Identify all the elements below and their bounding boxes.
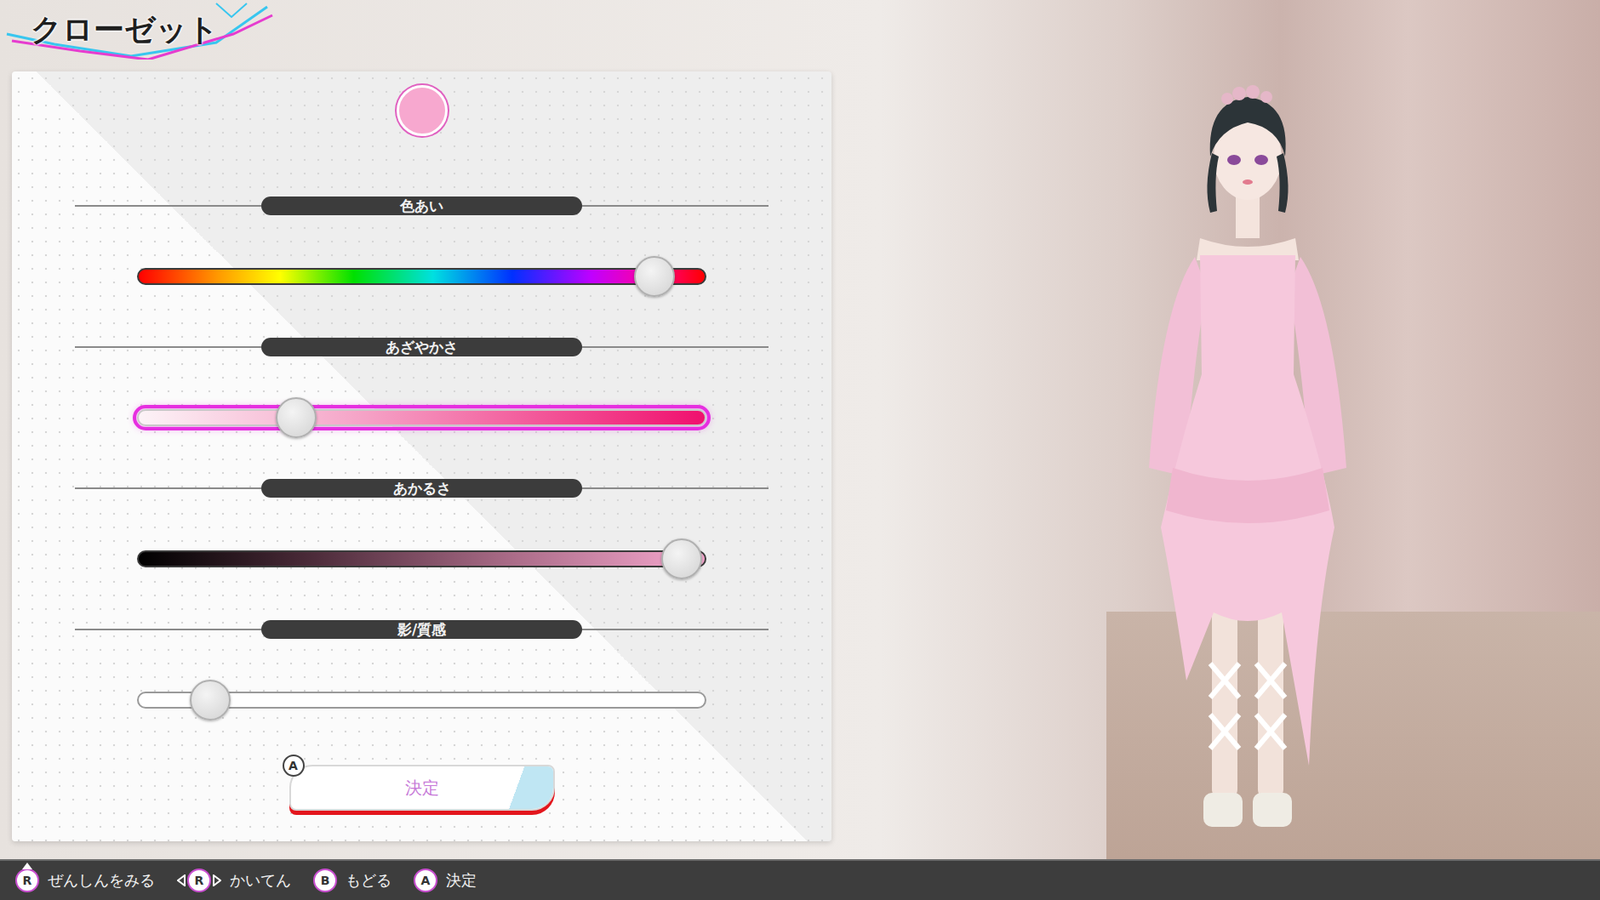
slider-thumb[interactable] (661, 538, 703, 580)
room-scene (843, 0, 1600, 860)
slider-label-line: あかるさ (74, 479, 769, 498)
slider-label: 色あい (261, 196, 583, 216)
slider-thumb[interactable] (275, 397, 317, 439)
character-model-icon (1111, 68, 1384, 860)
control-hint: B もどる (313, 868, 392, 893)
button-key-icon: B (313, 868, 338, 893)
confirm-button[interactable]: 決定 (289, 765, 555, 812)
hint-label: ぜんしんをみる (47, 870, 155, 892)
slider-track[interactable] (137, 550, 707, 568)
slider-label: あざやかさ (261, 337, 583, 357)
slider-label-line: あざやかさ (74, 337, 769, 357)
slider-list: 色あいあざやかさあかるさ影/質感 (74, 196, 769, 721)
slider-thumb[interactable] (189, 680, 231, 721)
slider-row: あかるさ (74, 479, 769, 580)
control-hint: R かいてん (177, 868, 292, 893)
hint-label: 決定 (445, 870, 477, 892)
color-preview (396, 85, 448, 137)
slider-label-line: 影/質感 (74, 620, 769, 640)
slider-track[interactable] (137, 691, 707, 709)
control-hint: A 決定 (413, 868, 477, 893)
button-key-icon: R (15, 868, 40, 893)
right-arrow-icon (212, 874, 222, 887)
slider-label: あかるさ (261, 479, 583, 498)
slider-label-line: 色あい (74, 196, 769, 216)
press-arrow-icon (22, 862, 33, 870)
control-hint: R ぜんしんをみる (15, 868, 155, 893)
slider-row: あざやかさ (74, 337, 769, 439)
slider-thumb[interactable] (634, 256, 675, 298)
slider-row: 影/質感 (74, 620, 769, 721)
button-key-icon: A (413, 868, 438, 893)
screen-title: クローゼット (30, 9, 219, 52)
hint-label: かいてん (229, 870, 292, 892)
left-arrow-icon (177, 874, 186, 887)
slider-track[interactable] (137, 409, 707, 427)
control-hint-bar: R ぜんしんをみる R かいてん B もどる A 決定 (0, 859, 1600, 900)
title-area: クローゼット (11, 0, 844, 72)
button-key-icon: R (187, 868, 212, 893)
slider-label: 影/質感 (261, 620, 583, 640)
hint-label: もどる (345, 870, 392, 892)
color-panel: 色あいあざやかさあかるさ影/質感決定A (11, 71, 832, 842)
a-button-icon: A (282, 754, 305, 778)
slider-row: 色あい (74, 196, 769, 298)
slider-track[interactable] (137, 268, 707, 286)
closet-screen: クローゼット色あいあざやかさあかるさ影/質感決定ARぜんしんをみるRかいてんBも… (0, 0, 1600, 900)
